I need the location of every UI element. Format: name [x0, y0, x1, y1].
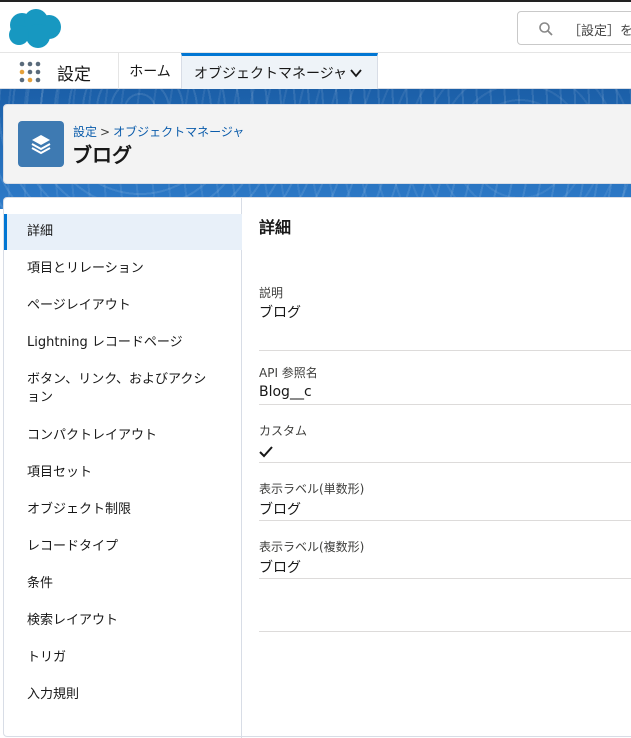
sidebar-item-label: レコードタイプ — [27, 539, 119, 554]
tab-home-label: ホーム — [129, 64, 171, 80]
page-title: ブログ — [72, 143, 132, 167]
nav-bar: 設定 ホーム オブジェクトマネージャ — [0, 52, 631, 89]
chevron-down-icon[interactable] — [349, 66, 363, 80]
field-divider — [259, 404, 631, 405]
sidebar-item-record-types[interactable]: レコードタイプ — [4, 538, 242, 556]
tab-object-manager-label: オブジェクトマネージャ — [194, 65, 348, 82]
sidebar-item-label: ボタン、リンク、およびアクシ — [27, 372, 207, 387]
search-icon — [539, 22, 553, 36]
field-divider — [259, 350, 631, 351]
page-header: 設定 > オブジェクトマネージャ ブログ — [3, 104, 631, 184]
sidebar-item-validation-rules[interactable]: 入力規則 — [4, 686, 242, 704]
sidebar-item-object-limits[interactable]: オブジェクト制限 — [4, 501, 242, 519]
field-value-singular: ブログ — [259, 502, 301, 518]
field-label-description: 説明 — [259, 286, 284, 300]
field-divider — [259, 578, 631, 579]
field-label-singular: 表示ラベル(単数形) — [259, 482, 365, 496]
sidebar-item-label: コンパクトレイアウト — [27, 428, 158, 443]
global-header: ［設定］を検 — [0, 0, 631, 52]
main-panel: 詳細 項目とリレーション ページレイアウト Lightning レコードページ … — [3, 197, 631, 738]
sidebar-item-label: ページレイアウト — [27, 298, 131, 313]
sidebar: 詳細 項目とリレーション ページレイアウト Lightning レコードページ … — [4, 198, 242, 738]
global-search-input[interactable]: ［設定］を検 — [517, 11, 631, 45]
salesforce-logo-icon[interactable] — [5, 8, 63, 50]
field-value-api-name: Blog__c — [259, 384, 312, 400]
field-label-plural: 表示ラベル(複数形) — [259, 540, 365, 554]
sidebar-item-label: 項目セット — [27, 465, 93, 480]
sidebar-item-field-sets[interactable]: 項目セット — [4, 464, 242, 482]
sidebar-item-lightning-record-pages[interactable]: Lightning レコードページ — [4, 334, 242, 352]
field-divider — [259, 520, 631, 521]
sidebar-item-label: 詳細 — [27, 224, 54, 239]
app-launcher-icon[interactable] — [19, 61, 41, 83]
field-label-api-name: API 参照名 — [259, 366, 318, 380]
sidebar-item-fields-relationships[interactable]: 項目とリレーション — [4, 260, 242, 278]
breadcrumb-separator: > — [100, 125, 111, 139]
sidebar-item-label: ョン — [27, 390, 54, 405]
field-divider — [259, 462, 631, 463]
check-icon — [259, 446, 273, 458]
section-title: 詳細 — [259, 218, 292, 237]
tab-object-manager[interactable]: オブジェクトマネージャ — [181, 53, 378, 89]
sidebar-item-label: 条件 — [27, 576, 54, 591]
sidebar-item-label: 項目とリレーション — [27, 261, 144, 276]
sidebar-item-details[interactable]: 詳細 — [4, 214, 242, 250]
object-icon — [18, 121, 64, 167]
layers-icon — [31, 135, 51, 155]
details-content: 詳細 説明 ブログ API 参照名 Blog__c カスタム 表示ラベル(単数形… — [259, 198, 631, 738]
sidebar-item-search-layouts[interactable]: 検索レイアウト — [4, 612, 242, 630]
breadcrumb: 設定 > オブジェクトマネージャ — [73, 123, 244, 140]
field-value-plural: ブログ — [259, 560, 301, 576]
sidebar-item-label: 検索レイアウト — [27, 613, 119, 628]
field-divider — [259, 631, 631, 632]
field-label-custom: カスタム — [259, 424, 308, 438]
search-placeholder: ［設定］を検 — [568, 24, 631, 39]
sidebar-item-conditions[interactable]: 条件 — [4, 575, 242, 593]
sidebar-item-label: オブジェクト制限 — [27, 502, 132, 517]
sidebar-item-compact-layouts[interactable]: コンパクトレイアウト — [4, 427, 242, 445]
sidebar-item-buttons-links-actions[interactable]: ボタン、リンク、およびアクシ ョン — [4, 371, 242, 407]
sidebar-item-label: トリガ — [27, 650, 67, 665]
breadcrumb-object-manager[interactable]: オブジェクトマネージャ — [113, 125, 244, 139]
sidebar-item-label: Lightning レコードページ — [27, 335, 183, 350]
field-value-description: ブログ — [259, 305, 301, 321]
sidebar-item-label: 入力規則 — [27, 687, 80, 702]
breadcrumb-setup[interactable]: 設定 — [73, 125, 97, 139]
app-name: 設定 — [57, 65, 91, 85]
sidebar-item-page-layouts[interactable]: ページレイアウト — [4, 297, 242, 315]
tab-home[interactable]: ホーム — [118, 53, 181, 89]
sidebar-item-triggers[interactable]: トリガ — [4, 649, 242, 667]
